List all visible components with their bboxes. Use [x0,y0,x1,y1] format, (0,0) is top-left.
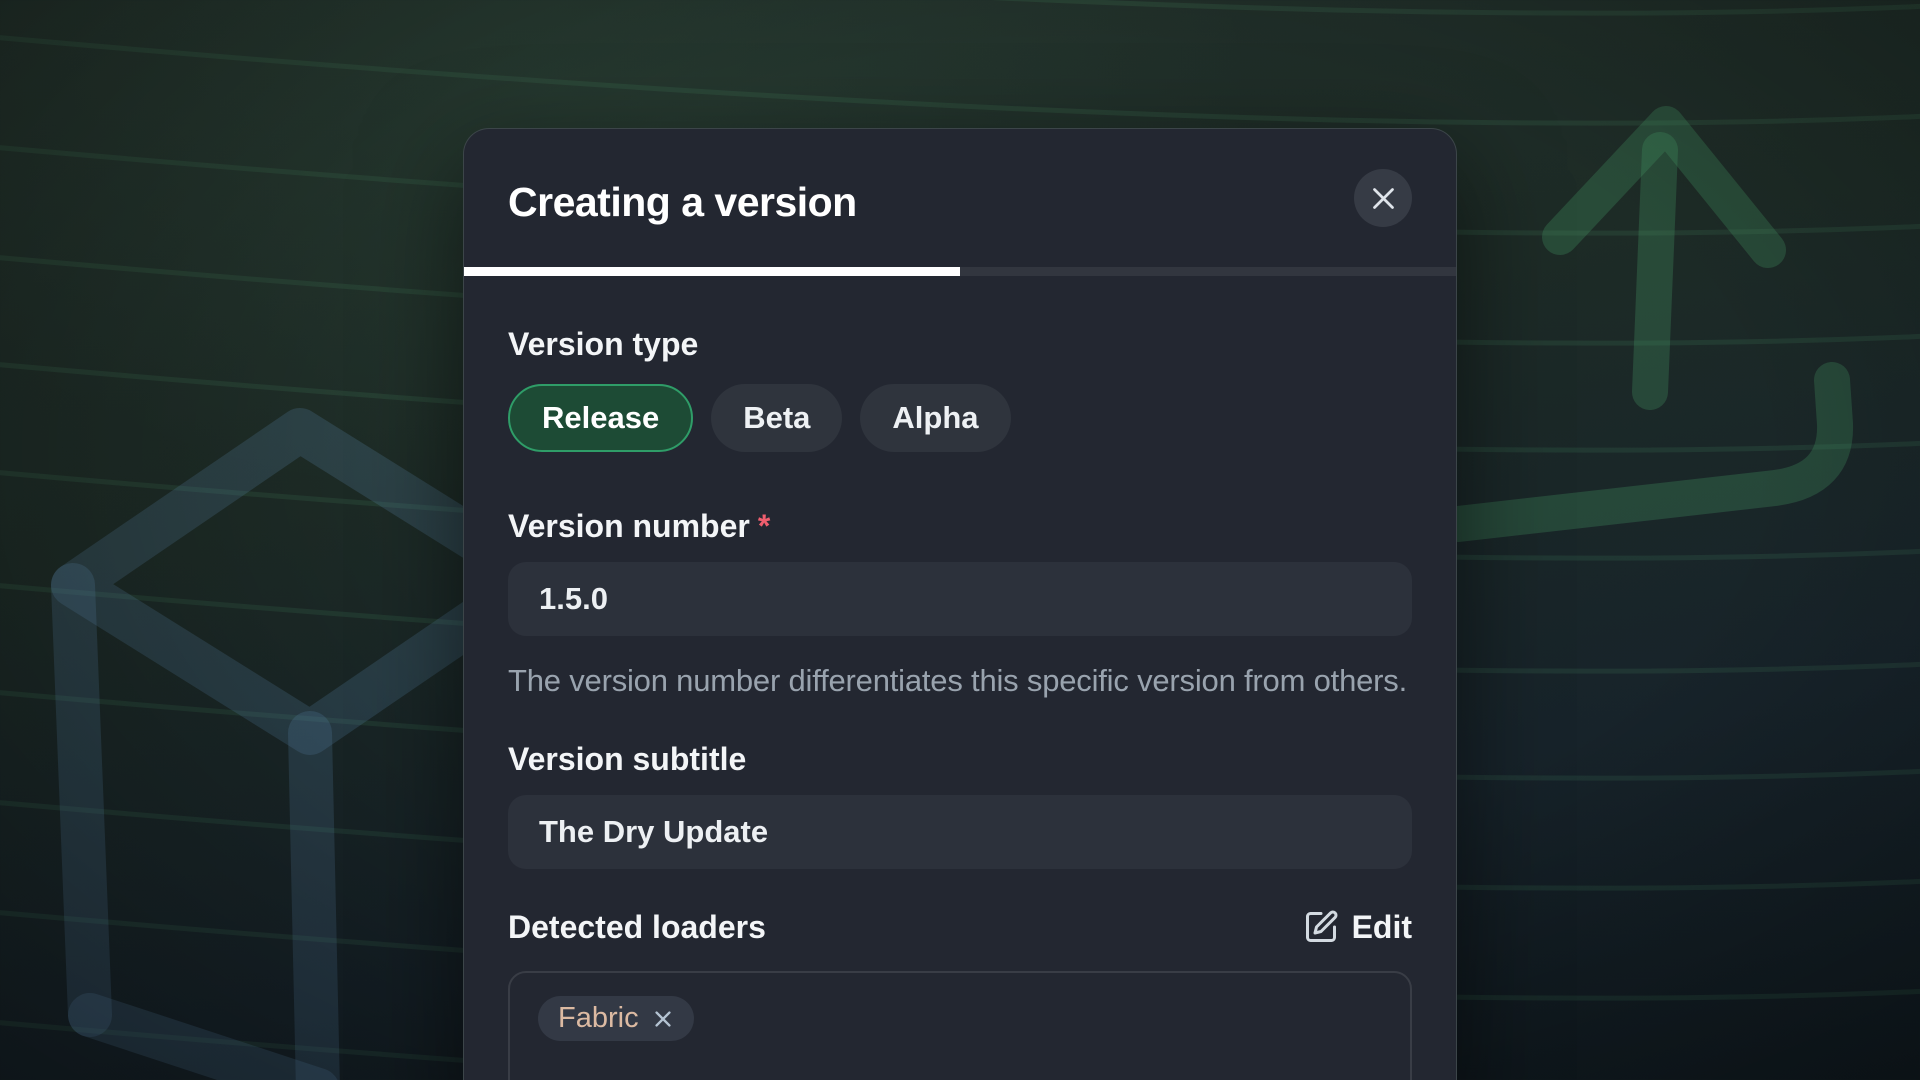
loader-chip-fabric: Fabric [538,996,694,1041]
required-asterisk: * [758,508,770,544]
version-type-release[interactable]: Release [508,384,693,452]
version-number-input[interactable] [508,562,1412,636]
detected-loaders-box: Fabric [508,971,1412,1080]
remove-x-icon [652,1008,674,1030]
remove-loader-button[interactable] [652,1008,674,1030]
detected-loaders-label: Detected loaders [508,907,766,947]
upload-arrow-icon [1458,124,1835,524]
close-button[interactable] [1354,169,1412,227]
loader-chip-label: Fabric [558,1002,639,1035]
progress-bar-fill [464,267,960,276]
create-version-modal: Creating a version Version type Release … [463,128,1457,1080]
modal-header: Creating a version [464,129,1456,226]
progress-bar-track [464,267,1456,276]
edit-loaders-button[interactable]: Edit [1303,909,1412,946]
version-type-section: Version type Release Beta Alpha [508,324,1412,452]
detected-loaders-section: Detected loaders Edit Fabric [508,907,1412,1080]
version-subtitle-input[interactable] [508,795,1412,869]
version-type-alpha[interactable]: Alpha [860,384,1010,452]
version-number-label: Version number* [508,506,1412,546]
close-icon [1370,185,1397,212]
modal-body: Version type Release Beta Alpha Version … [464,276,1456,1080]
version-type-label: Version type [508,324,1412,364]
version-number-help: The version number differentiates this s… [508,658,1438,703]
version-subtitle-label: Version subtitle [508,739,1412,779]
edit-pencil-icon [1303,909,1339,945]
version-type-options: Release Beta Alpha [508,384,1412,452]
version-type-beta[interactable]: Beta [711,384,842,452]
modal-title: Creating a version [508,179,1412,226]
detected-loaders-header: Detected loaders Edit [508,907,1412,947]
version-number-section: Version number* The version number diffe… [508,506,1412,703]
version-subtitle-section: Version subtitle [508,739,1412,869]
edit-label: Edit [1352,909,1412,946]
